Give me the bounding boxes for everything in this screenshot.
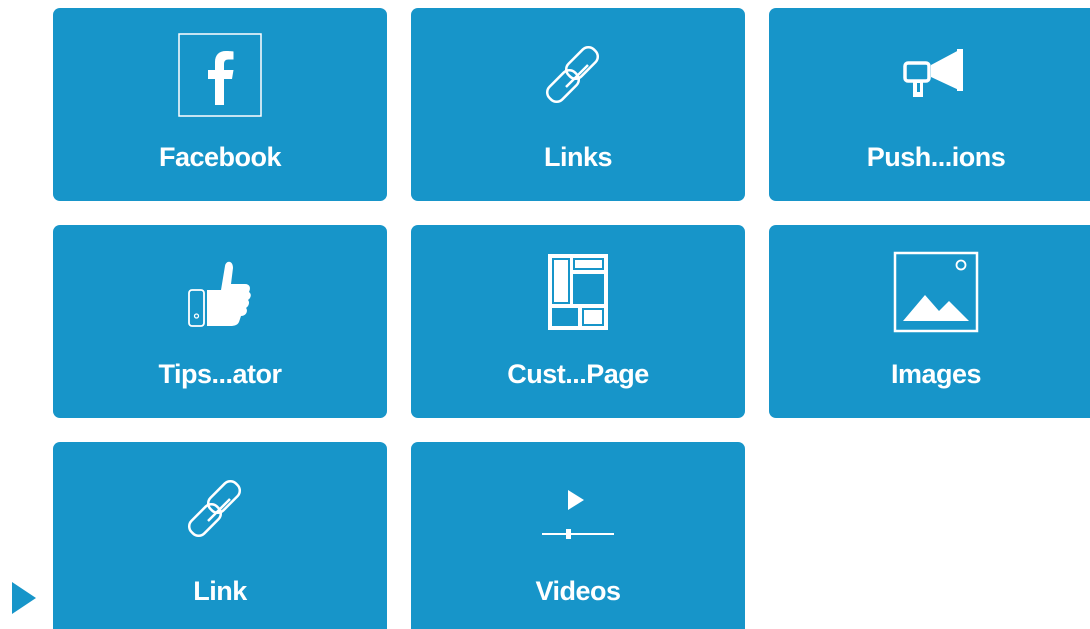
- module-grid: Facebook Links Push...ions Tips...ator C…: [0, 0, 1090, 629]
- thumbs-up-icon: [53, 251, 387, 333]
- video-icon: [411, 468, 745, 550]
- tile-images[interactable]: Images: [769, 225, 1090, 418]
- tile-links[interactable]: Links: [411, 8, 745, 201]
- tile-label: Images: [890, 359, 982, 389]
- tile-label: Videos: [535, 576, 621, 606]
- tile-tips-calculator[interactable]: Tips...ator: [53, 225, 387, 418]
- tile-facebook[interactable]: Facebook: [53, 8, 387, 201]
- tile-label: Tips...ator: [158, 359, 282, 389]
- tile-label: Link: [193, 576, 247, 606]
- image-icon: [769, 251, 1090, 333]
- link-icon: [53, 468, 387, 550]
- facebook-icon: [53, 33, 387, 117]
- megaphone-icon: [769, 34, 1090, 116]
- tile-label: Cust...Page: [507, 359, 649, 389]
- tile-push-notifications[interactable]: Push...ions: [769, 8, 1090, 201]
- tile-label: Push...ions: [866, 142, 1006, 172]
- tile-link[interactable]: Link: [53, 442, 387, 629]
- selection-arrow-icon: [12, 582, 36, 614]
- tile-label: Links: [543, 142, 613, 172]
- tile-custom-page[interactable]: Cust...Page: [411, 225, 745, 418]
- layout-icon: [411, 251, 745, 333]
- tile-videos[interactable]: Videos: [411, 442, 745, 629]
- link-icon: [411, 34, 745, 116]
- tile-label: Facebook: [158, 142, 282, 172]
